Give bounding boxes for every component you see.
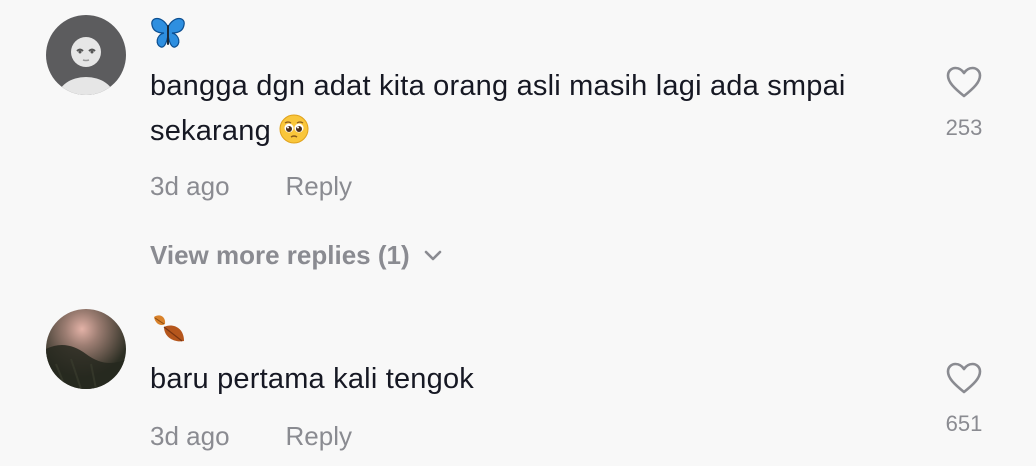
- view-more-replies-button[interactable]: View more replies (1): [150, 240, 442, 271]
- like-button[interactable]: 651: [942, 362, 986, 437]
- like-count: 253: [945, 115, 983, 140]
- comment-text: bangga dgn adat kita orang asli masih la…: [150, 64, 920, 154]
- heart-icon: [946, 66, 982, 98]
- comment-item: bangga dgn adat kita orang asli masih la…: [0, 0, 1036, 230]
- avatar[interactable]: [46, 309, 126, 389]
- username-emoji[interactable]: [150, 17, 190, 53]
- comment-time: 3d ago: [150, 171, 230, 201]
- comment-item: baru pertama kali tengok 3d ago Reply 65…: [0, 300, 1036, 466]
- reply-button[interactable]: Reply: [286, 171, 352, 202]
- comment-text-body: bangga dgn adat kita orang asli masih la…: [150, 70, 846, 147]
- view-more-label: View more replies (1): [150, 240, 410, 270]
- reply-button[interactable]: Reply: [286, 421, 352, 452]
- comment-text: baru pertama kali tengok: [150, 357, 920, 402]
- comment-meta: 3d ago Reply: [150, 171, 352, 202]
- comment-text-body: baru pertama kali tengok: [150, 363, 474, 395]
- pleading-face-emoji: [279, 114, 309, 144]
- comment-meta: 3d ago Reply: [150, 421, 352, 452]
- like-button[interactable]: 253: [942, 66, 986, 141]
- chevron-down-icon: [424, 250, 441, 260]
- default-avatar-icon: [46, 15, 126, 95]
- like-count: 651: [945, 411, 983, 436]
- username-emoji[interactable]: [150, 311, 190, 347]
- butterfly-emoji: [151, 17, 185, 48]
- photo-avatar: [46, 309, 126, 389]
- avatar[interactable]: [46, 15, 126, 95]
- fallen-leaf-emoji: [154, 315, 184, 342]
- comment-time: 3d ago: [150, 421, 230, 451]
- heart-icon: [946, 362, 982, 394]
